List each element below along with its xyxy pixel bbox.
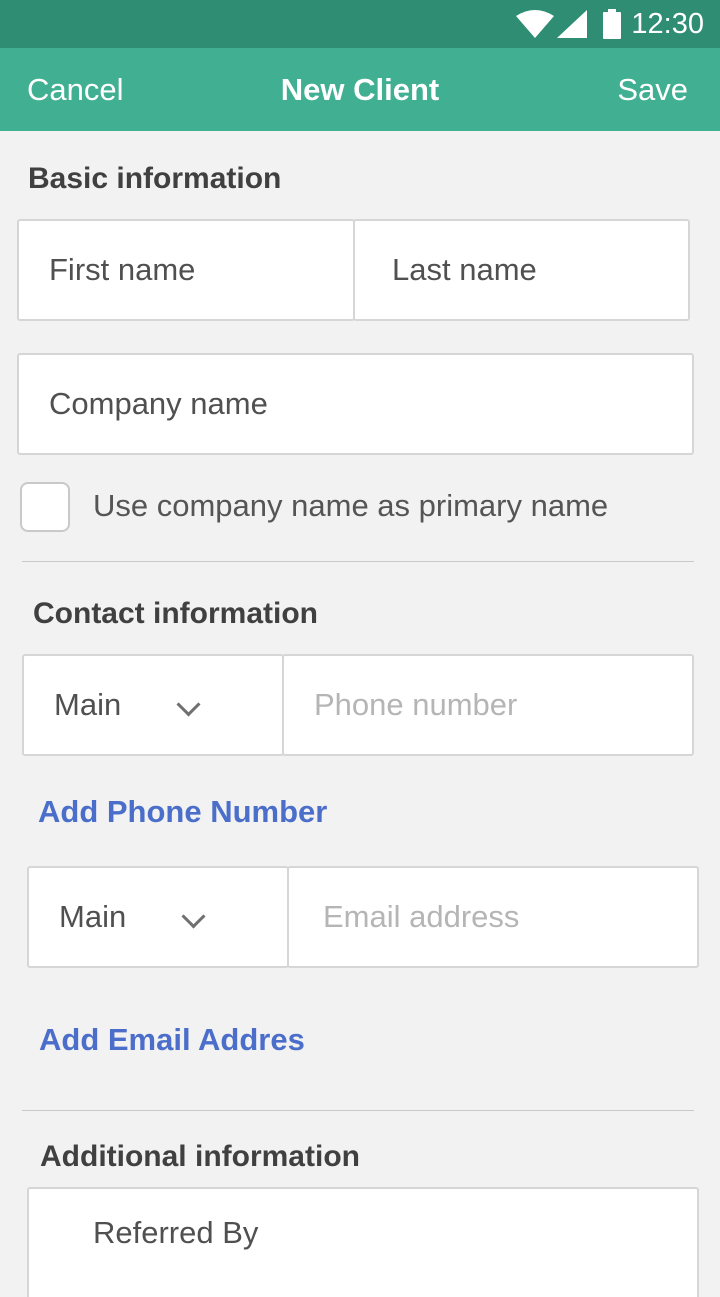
company-name-field[interactable]: Company name (17, 353, 694, 455)
phone-number-placeholder: Phone number (314, 687, 518, 722)
company-name-placeholder: Company name (49, 386, 268, 421)
referred-by-field[interactable]: Referred By (27, 1187, 699, 1297)
email-address-field[interactable]: Email address (287, 866, 699, 968)
status-time: 12:30 (631, 8, 704, 40)
first-name-placeholder: First name (49, 252, 196, 287)
section-divider (22, 561, 694, 562)
phone-type-value: Main (54, 687, 122, 722)
signal-icon (557, 10, 587, 38)
save-button[interactable]: Save (617, 72, 688, 108)
add-phone-number-link[interactable]: Add Phone Number (38, 794, 327, 830)
phone-type-select[interactable]: Main (22, 654, 284, 756)
app-bar: New Client Cancel Save (0, 48, 720, 131)
add-email-address-link[interactable]: Add Email Addres (39, 1022, 305, 1058)
email-type-value: Main (59, 899, 127, 934)
wifi-icon (516, 10, 554, 38)
section-divider (22, 1110, 694, 1111)
email-type-select[interactable]: Main (27, 866, 289, 968)
email-address-placeholder: Email address (323, 899, 520, 934)
basic-information-heading: Basic information (28, 162, 282, 195)
contact-information-heading: Contact information (33, 597, 318, 630)
chevron-down-icon (181, 904, 206, 929)
battery-icon (603, 9, 621, 39)
chevron-down-icon (176, 692, 201, 717)
phone-number-field[interactable]: Phone number (282, 654, 694, 756)
use-company-name-label: Use company name as primary name (93, 488, 609, 523)
first-name-field[interactable]: First name (17, 219, 355, 321)
last-name-placeholder: Last name (392, 252, 537, 287)
referred-by-placeholder: Referred By (93, 1215, 259, 1250)
last-name-field[interactable]: Last name (353, 219, 690, 321)
additional-information-heading: Additional information (40, 1140, 360, 1173)
status-bar: 12:30 (0, 0, 720, 48)
cancel-button[interactable]: Cancel (27, 72, 124, 108)
use-company-name-checkbox[interactable] (20, 482, 70, 532)
